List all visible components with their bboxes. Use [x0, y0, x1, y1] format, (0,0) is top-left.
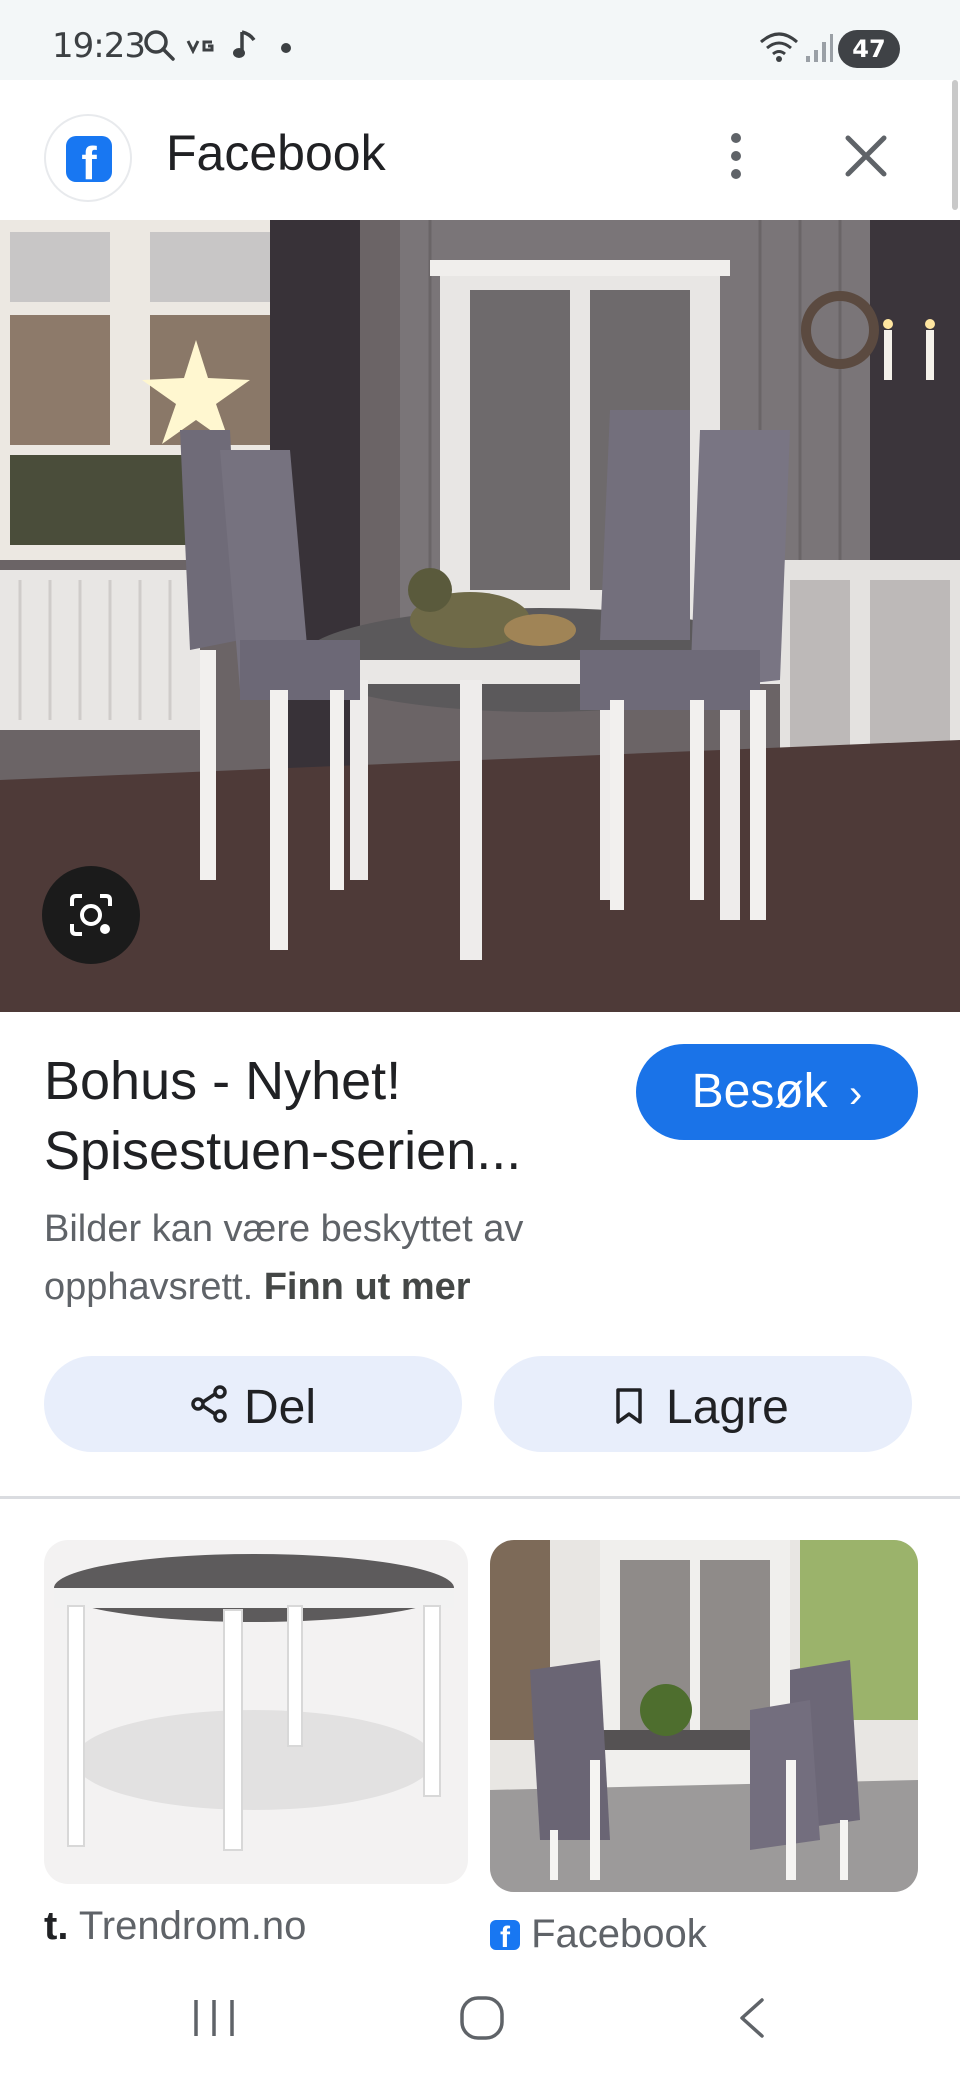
related-source-2[interactable]: f Facebook: [490, 1912, 707, 1957]
share-button[interactable]: Del: [44, 1356, 462, 1452]
dining-room-photo: [0, 220, 960, 1012]
home-icon[interactable]: [458, 1994, 506, 2042]
google-lens-icon: [70, 894, 112, 936]
status-bar: 19:23 47: [0, 0, 960, 80]
music-note-icon: [233, 30, 256, 58]
status-time: 19:23: [52, 26, 146, 66]
save-button[interactable]: Lagre: [494, 1356, 912, 1452]
divider: [0, 1496, 960, 1499]
learn-more-link[interactable]: Finn ut mer: [264, 1266, 471, 1308]
chevron-right-icon: ›: [849, 1072, 863, 1116]
result-title[interactable]: Bohus - Nyhet! Spisestuen-serien...: [44, 1046, 604, 1186]
share-icon: [191, 1385, 227, 1423]
save-label: Lagre: [666, 1381, 789, 1434]
facebook-icon: f: [66, 136, 112, 182]
share-label: Del: [244, 1381, 317, 1434]
facebook-app-badge: f: [44, 114, 132, 202]
more-vertical-icon[interactable]: [706, 126, 766, 186]
facebook-icon: f: [490, 1920, 520, 1950]
app-header: f Facebook: [0, 80, 960, 220]
table-photo: [54, 1554, 454, 1851]
trendrom-icon: t.: [44, 1904, 69, 1948]
google-lens-button[interactable]: [42, 866, 140, 964]
navigation-bar: [0, 1960, 960, 2080]
related-source-2-label: Facebook: [531, 1912, 707, 1956]
visit-button[interactable]: Besøk ›: [636, 1044, 918, 1140]
result-image[interactable]: [0, 220, 960, 1012]
related-image-2[interactable]: [490, 1540, 918, 1892]
bookmark-icon: [616, 1388, 642, 1424]
battery-icon: 47: [838, 30, 900, 68]
dining-set-photo: [490, 1540, 918, 1892]
copyright-notice: Bilder kan være beskyttet av opphavsrett…: [44, 1200, 644, 1316]
dot-icon: [281, 43, 291, 53]
visit-button-label: Besøk: [691, 1065, 828, 1118]
signal-icon: [806, 34, 833, 62]
header-title: Facebook: [166, 125, 386, 181]
wifi-icon: [760, 32, 798, 62]
search-icon: [144, 30, 175, 61]
related-source-1[interactable]: t. Trendrom.no: [44, 1904, 306, 1949]
related-image-1[interactable]: [44, 1540, 468, 1884]
close-icon[interactable]: [836, 126, 896, 186]
back-icon[interactable]: [732, 1996, 772, 2040]
scroll-indicator[interactable]: [952, 80, 958, 210]
recents-icon[interactable]: [190, 1996, 238, 2040]
related-source-1-label: Trendrom.no: [78, 1904, 307, 1948]
vg-icon: [186, 40, 214, 54]
